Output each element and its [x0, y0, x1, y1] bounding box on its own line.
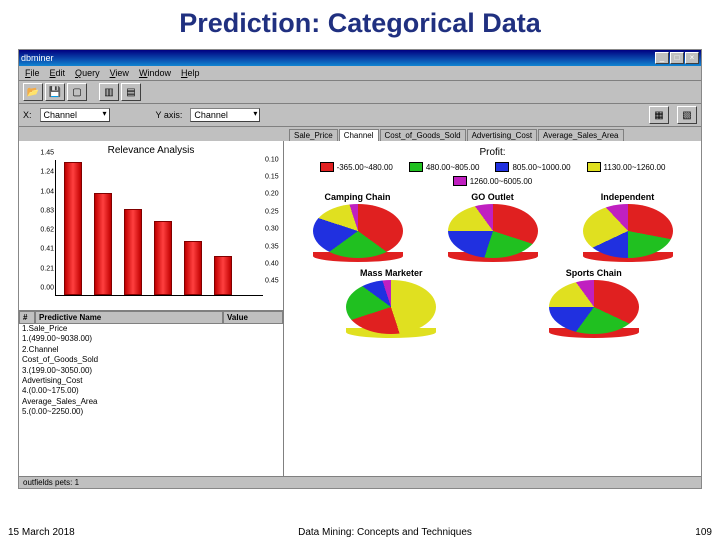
bar-chart: 0.000.210.410.620.831.041.241.450.450.40…	[27, 160, 275, 310]
open-icon[interactable]: 📂	[23, 83, 43, 101]
table-row: Cost_of_Goods_Sold	[19, 355, 283, 365]
table-row: 3.(199.00~3050.00)	[19, 366, 283, 376]
legend-entry: 1130.00~1260.00	[587, 162, 666, 172]
col-num: #	[19, 311, 35, 324]
bar-4	[154, 221, 172, 295]
menu-window[interactable]: Window	[139, 68, 171, 78]
close-icon[interactable]: ×	[685, 52, 699, 64]
menu-file[interactable]: File	[25, 68, 40, 78]
slide-title: Prediction: Categorical Data	[0, 0, 720, 49]
table-icon[interactable]: ▤	[121, 83, 141, 101]
y-label: Y axis:	[156, 110, 183, 120]
left-panel: Relevance Analysis 0.000.210.410.620.831…	[19, 141, 284, 479]
tab-channel[interactable]: Channel	[339, 129, 379, 141]
col-value: Value	[223, 311, 283, 324]
status-bar: outfields pets: 1	[19, 476, 701, 488]
menu-help[interactable]: Help	[181, 68, 200, 78]
footer-date: 15 March 2018	[8, 527, 75, 538]
x-label: X:	[23, 110, 32, 120]
legend-entry: -365.00~480.00	[320, 162, 393, 172]
tab-cost_of_goods_sold[interactable]: Cost_of_Goods_Sold	[380, 129, 466, 141]
bar-2	[94, 193, 112, 295]
table-row: 1.(499.00~9038.00)	[19, 334, 283, 344]
pie-sports-chain: Sports Chain	[549, 268, 639, 340]
save-icon[interactable]: 💾	[45, 83, 65, 101]
table-row: 2.Channel	[19, 345, 283, 355]
maximize-icon[interactable]: □	[670, 52, 684, 64]
selector-row: X: Channel Y axis: Channel ▦ ▧	[19, 104, 701, 127]
table-row: Average_Sales_Area	[19, 397, 283, 407]
titlebar: dbminer _ □ ×	[19, 50, 701, 66]
col-name: Predictive Name	[35, 311, 223, 324]
footer-page: 109	[695, 527, 712, 538]
legend-entry: 1260.00~6005.00	[453, 176, 533, 186]
bar-1	[64, 162, 82, 295]
tab-advertising_cost[interactable]: Advertising_Cost	[467, 129, 537, 141]
pie-go-outlet: GO Outlet	[448, 192, 538, 264]
predictive-table: # Predictive Name Value 1.Sale_Price1.(4…	[19, 310, 283, 479]
table-row: Advertising_Cost	[19, 376, 283, 386]
table-row: 4.(0.00~175.00)	[19, 386, 283, 396]
bar-6	[214, 256, 232, 295]
footer-center: Data Mining: Concepts and Techniques	[298, 527, 472, 538]
menu-query[interactable]: Query	[75, 68, 100, 78]
profit-legend: -365.00~480.00 480.00~805.00 805.00~1000.0…	[290, 160, 695, 192]
view2-icon[interactable]: ▧	[677, 106, 697, 124]
menu-edit[interactable]: Edit	[50, 68, 66, 78]
view1-icon[interactable]: ▦	[649, 106, 669, 124]
tab-average_sales_area[interactable]: Average_Sales_Area	[538, 129, 623, 141]
pie-independent: Independent	[583, 192, 673, 264]
pie-camping-chain: Camping Chain	[313, 192, 403, 264]
right-panel: Profit: -365.00~480.00 480.00~805.00 805.0…	[284, 141, 701, 479]
app-name: dbminer	[21, 53, 54, 63]
menubar: File Edit Query View Window Help	[19, 66, 701, 81]
minimize-icon[interactable]: _	[655, 52, 669, 64]
new-icon[interactable]: ▢	[67, 83, 87, 101]
table-row: 5.(0.00~2250.00)	[19, 407, 283, 417]
legend-entry: 480.00~805.00	[409, 162, 480, 172]
x-combo[interactable]: Channel	[40, 108, 110, 122]
table-row: 1.Sale_Price	[19, 324, 283, 334]
relevance-title: Relevance Analysis	[19, 141, 283, 160]
profit-title: Profit:	[290, 145, 695, 160]
tab-row: Sale_PriceChannelCost_of_Goods_SoldAdver…	[19, 127, 701, 141]
legend-entry: 805.00~1000.00	[495, 162, 570, 172]
chart-icon[interactable]: ▥	[99, 83, 119, 101]
menu-view[interactable]: View	[110, 68, 129, 78]
pie-mass-marketer: Mass Marketer	[346, 268, 436, 340]
toolbar: 📂 💾 ▢ ▥ ▤	[19, 81, 701, 104]
y-combo[interactable]: Channel	[190, 108, 260, 122]
bar-5	[184, 241, 202, 295]
tab-sale_price[interactable]: Sale_Price	[289, 129, 338, 141]
slide-footer: 15 March 2018 Data Mining: Concepts and …	[0, 527, 720, 540]
app-window: dbminer _ □ × File Edit Query View Window Hel…	[18, 49, 702, 489]
bar-3	[124, 209, 142, 295]
